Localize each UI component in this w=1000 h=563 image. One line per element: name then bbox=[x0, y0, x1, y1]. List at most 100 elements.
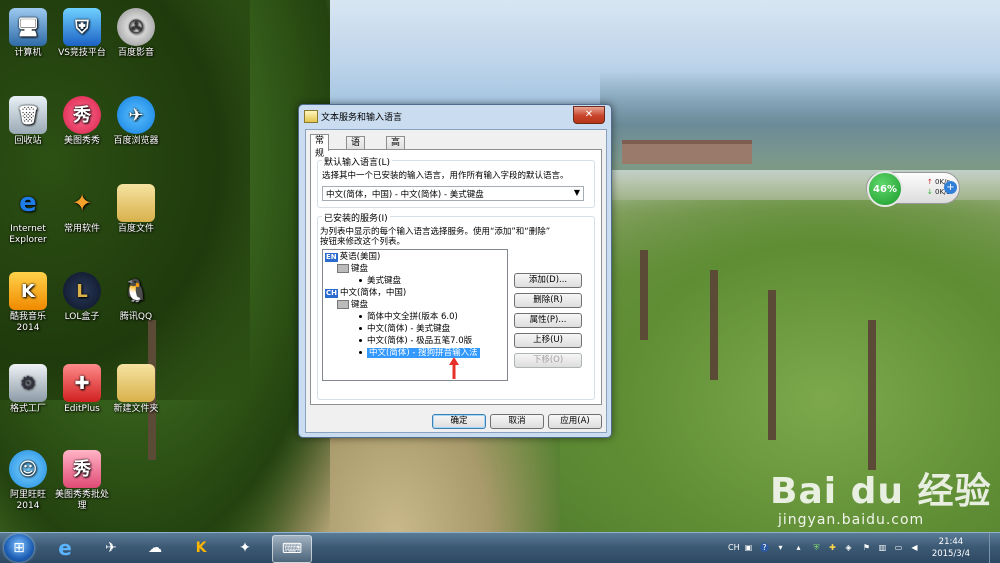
language-badge-icon: CH bbox=[325, 289, 338, 298]
keyboard-icon bbox=[337, 300, 349, 309]
desktop-icon-label: 美图秀秀 bbox=[63, 136, 100, 146]
cloud-icon: ☁ bbox=[148, 540, 162, 556]
desktop-icon-format-factory[interactable]: ⚙ 格式工厂 bbox=[0, 364, 56, 415]
monitor-icon[interactable]: ▭ bbox=[894, 543, 903, 552]
fence-post bbox=[640, 250, 648, 340]
desktop-icon-qq[interactable]: 🐧 腾讯QQ bbox=[108, 272, 164, 323]
tree-keyboard-en[interactable]: 键盘 bbox=[337, 264, 368, 275]
properties-button[interactable]: 属性(P)... bbox=[514, 313, 582, 328]
apply-button[interactable]: 应用(A) bbox=[548, 414, 602, 429]
show-desktop-button[interactable] bbox=[989, 533, 1000, 563]
cancel-button[interactable]: 取消 bbox=[490, 414, 544, 429]
windows-logo-icon: ⊞ bbox=[13, 540, 25, 556]
installed-services-tree[interactable]: EN 英语(美国) 键盘 美式键盘 CH 中文(简体，中国) 键盘 简体中文全拼… bbox=[322, 249, 508, 381]
bullet-icon bbox=[359, 279, 362, 282]
network-speed-widget[interactable]: 46% ↑ 0K/s ↓ 0K/s + bbox=[866, 171, 960, 207]
start-button[interactable]: ⊞ bbox=[4, 534, 34, 562]
help-icon[interactable]: ? bbox=[760, 543, 769, 552]
qq-penguin-icon: 🐧 bbox=[122, 278, 150, 304]
language-settings-icon: ⌨ bbox=[281, 541, 303, 557]
desktop-icon-label: 腾讯QQ bbox=[119, 312, 153, 322]
tree-item[interactable]: 中文(简体) - 极品五笔7.0版 bbox=[359, 336, 472, 347]
lol-box-icon: L bbox=[63, 272, 101, 310]
keyboard-icon bbox=[337, 264, 349, 273]
desktop-icon-baidu-player[interactable]: ✇ 百度影音 bbox=[108, 8, 164, 59]
taskbar-cloud[interactable]: ☁ bbox=[136, 535, 174, 561]
close-button[interactable]: ✕ bbox=[573, 106, 605, 124]
meitu-batch-icon: 秀 bbox=[63, 450, 101, 488]
dialog-titlebar[interactable]: 文本服务和输入语言 ✕ bbox=[299, 105, 611, 127]
desktop-icon-label: 百度影音 bbox=[117, 48, 154, 58]
chevron-down-icon[interactable]: ▾ bbox=[776, 543, 785, 552]
ime-icon[interactable]: ▣ bbox=[744, 543, 753, 552]
wallpaper-house bbox=[622, 140, 752, 164]
tab-panel-general: 默认输入语言(L) 选择其中一个已安装的输入语言，用作所有输入字段的默认语言。 … bbox=[310, 149, 602, 405]
meitu-icon: 秀 bbox=[63, 96, 101, 134]
tree-item[interactable]: 简体中文全拼(版本 6.0) bbox=[359, 312, 458, 323]
installed-services-label: 已安装的服务(I) bbox=[322, 211, 390, 224]
desktop-icon-meitu-batch[interactable]: 秀 美图秀秀批处理 bbox=[54, 450, 110, 512]
tree-item[interactable]: 中文(简体) - 美式键盘 bbox=[359, 324, 450, 335]
keyboard-app-icon bbox=[304, 110, 318, 123]
desktop-icon-label: 回收站 bbox=[14, 136, 42, 146]
tree-keyboard-ch[interactable]: 键盘 bbox=[337, 300, 368, 311]
tree-language-en[interactable]: EN 英语(美国) bbox=[325, 252, 380, 263]
default-language-label: 默认输入语言(L) bbox=[322, 155, 393, 168]
desktop-icon-kuwo[interactable]: K 酷我音乐 2014 bbox=[0, 272, 56, 334]
taskbar-ie[interactable]: e bbox=[46, 535, 84, 561]
desktop-icon-label: 酷我音乐 2014 bbox=[9, 312, 46, 333]
desktop-icon-recycle-bin[interactable]: 🗑 回收站 bbox=[0, 96, 56, 147]
taskbar-baidu-browser[interactable]: ✈ bbox=[92, 535, 130, 561]
volume-icon[interactable]: ◀ bbox=[910, 543, 919, 552]
tab-language-bar[interactable]: 语言栏 bbox=[346, 136, 366, 174]
desktop-icon-baidu-browser[interactable]: ✈ 百度浏览器 bbox=[108, 96, 164, 147]
tab-advanced-key-settings[interactable]: 高级键设置 bbox=[386, 136, 406, 200]
taskbar-kuwo[interactable]: K bbox=[182, 535, 220, 561]
desktop-icon-label: 美图秀秀批处理 bbox=[54, 490, 109, 511]
default-language-value: 中文(简体，中国) - 中文(简体) - 美式键盘 bbox=[326, 190, 484, 200]
language-badge-icon: EN bbox=[325, 253, 338, 262]
computer-icon: 🖥 bbox=[9, 8, 47, 46]
desktop-icon-baidu-files[interactable]: 百度文件 bbox=[108, 184, 164, 235]
fence-post bbox=[868, 320, 876, 470]
desktop-icon-new-folder[interactable]: 新建文件夹 bbox=[108, 364, 164, 415]
desktop-icon-ie[interactable]: e Internet Explorer bbox=[0, 184, 56, 246]
default-language-select[interactable]: 中文(简体，中国) - 中文(简体) - 美式键盘 ▼ bbox=[322, 186, 584, 201]
antivirus-icon[interactable]: ✚ bbox=[828, 543, 837, 552]
desktop-icon-lol-box[interactable]: L LOL盒子 bbox=[54, 272, 110, 323]
app-tray-icon[interactable]: ◈ bbox=[844, 543, 853, 552]
annotation-arrow-icon bbox=[449, 357, 459, 379]
tab-general[interactable]: 常规 bbox=[310, 134, 330, 159]
clock[interactable]: 21:44 2015/3/4 bbox=[932, 536, 970, 560]
desktop-icon-label: 阿里旺旺 2014 bbox=[9, 490, 46, 511]
baidu-browser-icon: ✈ bbox=[105, 540, 117, 556]
flag-icon[interactable]: ⚑ bbox=[862, 543, 871, 552]
desktop-icon-meitu[interactable]: 秀 美图秀秀 bbox=[54, 96, 110, 147]
ie-icon: e bbox=[19, 187, 37, 218]
move-up-button[interactable]: 上移(U) bbox=[514, 333, 582, 348]
ok-button[interactable]: 确定 bbox=[432, 414, 486, 429]
desktop-icon-editplus[interactable]: ✚ EditPlus bbox=[54, 364, 110, 415]
desktop-icon-computer[interactable]: 🖥 计算机 bbox=[0, 8, 56, 59]
taskbar-language-settings[interactable]: ⌨ bbox=[272, 535, 312, 563]
security-shield-icon[interactable]: ⛨ bbox=[812, 543, 821, 552]
plus-icon[interactable]: + bbox=[944, 181, 957, 194]
chevron-up-icon[interactable]: ▴ bbox=[794, 543, 803, 552]
language-indicator[interactable]: CH bbox=[728, 543, 740, 552]
desktop-icon-common-software[interactable]: ✦ 常用软件 bbox=[54, 184, 110, 235]
network-icon[interactable]: ▥ bbox=[878, 543, 887, 552]
game-icon: ✦ bbox=[239, 540, 251, 556]
desktop-icon-vs-platform[interactable]: ⛨ VS竞技平台 bbox=[54, 8, 110, 59]
desktop-icon-aliwangwang[interactable]: ☺ 阿里旺旺 2014 bbox=[0, 450, 56, 512]
default-language-group: 默认输入语言(L) 选择其中一个已安装的输入语言，用作所有输入字段的默认语言。 … bbox=[317, 155, 595, 208]
add-button[interactable]: 添加(D)... bbox=[514, 273, 582, 288]
move-down-button[interactable]: 下移(O) bbox=[514, 353, 582, 368]
network-usage-percent: 46% bbox=[867, 171, 903, 207]
desktop-icon-label: LOL盒子 bbox=[64, 312, 100, 322]
tree-item[interactable]: 美式键盘 bbox=[359, 276, 401, 287]
fence-post bbox=[768, 290, 776, 440]
desktop-icon-label: EditPlus bbox=[64, 404, 100, 414]
tree-language-ch[interactable]: CH 中文(简体，中国) bbox=[325, 288, 406, 299]
remove-button[interactable]: 删除(R) bbox=[514, 293, 582, 308]
taskbar-game[interactable]: ✦ bbox=[226, 535, 264, 561]
